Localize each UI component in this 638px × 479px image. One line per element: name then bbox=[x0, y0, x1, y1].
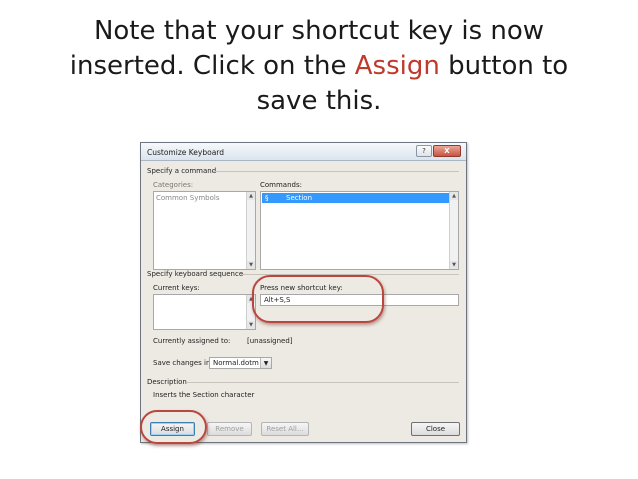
caption-text: button to bbox=[439, 51, 569, 81]
save-changes-label: Save changes in: bbox=[153, 359, 213, 367]
scroll-up-icon[interactable]: ▲ bbox=[247, 192, 255, 200]
remove-button[interactable]: Remove bbox=[207, 422, 252, 436]
close-window-button[interactable]: X bbox=[433, 145, 461, 157]
close-button[interactable]: Close bbox=[411, 422, 460, 436]
commands-list[interactable]: § Section ▲ ▼ bbox=[260, 191, 459, 270]
categories-label: Categories: bbox=[153, 181, 194, 189]
categories-scrollbar[interactable]: ▲ ▼ bbox=[246, 192, 255, 269]
reset-all-button[interactable]: Reset All... bbox=[261, 422, 309, 436]
current-keys-label: Current keys: bbox=[153, 284, 200, 292]
current-keys-list[interactable]: ▲ ▼ bbox=[153, 294, 256, 330]
keyboard-sequence-label: Specify keyboard sequence bbox=[147, 270, 244, 278]
currently-assigned-value: [unassigned] bbox=[247, 337, 293, 345]
commands-scrollbar[interactable]: ▲ ▼ bbox=[449, 192, 458, 269]
caption-line-3: save this. bbox=[256, 86, 382, 116]
group-divider bbox=[187, 382, 459, 383]
categories-list[interactable]: Common Symbols ▲ ▼ bbox=[153, 191, 256, 270]
dialog-title: Customize Keyboard bbox=[147, 148, 225, 157]
commands-label: Commands: bbox=[260, 181, 302, 189]
section-symbol: § bbox=[265, 194, 269, 202]
command-name: Section bbox=[286, 194, 313, 202]
list-item-selected[interactable]: § Section bbox=[262, 193, 450, 203]
caption-line-2: inserted. Click on the Assign button to bbox=[20, 49, 618, 84]
save-changes-value: Normal.dotm bbox=[213, 359, 259, 367]
scroll-down-icon[interactable]: ▼ bbox=[247, 321, 255, 329]
specify-command-label: Specify a command bbox=[147, 167, 217, 175]
caption-text: inserted. Click on the bbox=[69, 51, 355, 81]
scroll-down-icon[interactable]: ▼ bbox=[450, 261, 458, 269]
help-button[interactable]: ? bbox=[416, 145, 432, 157]
list-item[interactable]: Common Symbols bbox=[156, 194, 219, 202]
caption-line-1: Note that your shortcut key is now bbox=[93, 16, 545, 46]
currently-assigned-label: Currently assigned to: bbox=[153, 337, 231, 345]
group-divider bbox=[213, 171, 459, 172]
shortcut-highlight-circle bbox=[252, 275, 384, 323]
description-label: Description bbox=[147, 378, 187, 386]
assign-highlight-circle bbox=[140, 410, 207, 444]
scroll-up-icon[interactable]: ▲ bbox=[450, 192, 458, 200]
description-text: Inserts the Section character bbox=[153, 391, 255, 399]
dialog-titlebar[interactable]: Customize Keyboard ? X bbox=[141, 143, 466, 161]
save-changes-select[interactable]: Normal.dotm ▼ bbox=[209, 357, 272, 369]
slide-caption: Note that your shortcut key is now inser… bbox=[20, 14, 618, 119]
scroll-down-icon[interactable]: ▼ bbox=[247, 261, 255, 269]
caption-assign-word: Assign bbox=[354, 51, 440, 81]
chevron-down-icon[interactable]: ▼ bbox=[260, 358, 271, 368]
